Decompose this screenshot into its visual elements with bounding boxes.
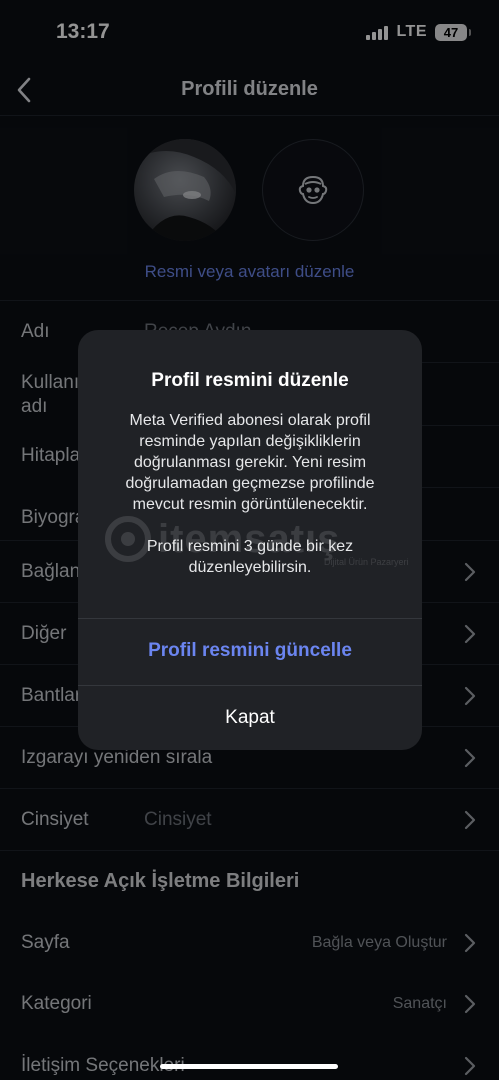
edit-profile-screen: 13:17 LTE 47 Profili düzenle Resmi veya …: [0, 0, 499, 1080]
watermark-text: itemsatış: [158, 516, 341, 561]
update-photo-button[interactable]: Profil resmini güncelle: [78, 618, 422, 684]
dialog-title: Profil resmini düzenle: [151, 370, 349, 391]
dialog-message-text: Meta Verified abonesi olarak profil resm…: [125, 412, 375, 513]
close-button[interactable]: Kapat: [78, 685, 422, 750]
watermark-logo-icon: [105, 516, 151, 562]
home-indicator: [160, 1064, 338, 1069]
watermark-subtext: Dijital Ürün Pazaryeri: [324, 557, 409, 567]
watermark: itemsatış Dijital Ürün Pazaryeri: [104, 515, 409, 567]
